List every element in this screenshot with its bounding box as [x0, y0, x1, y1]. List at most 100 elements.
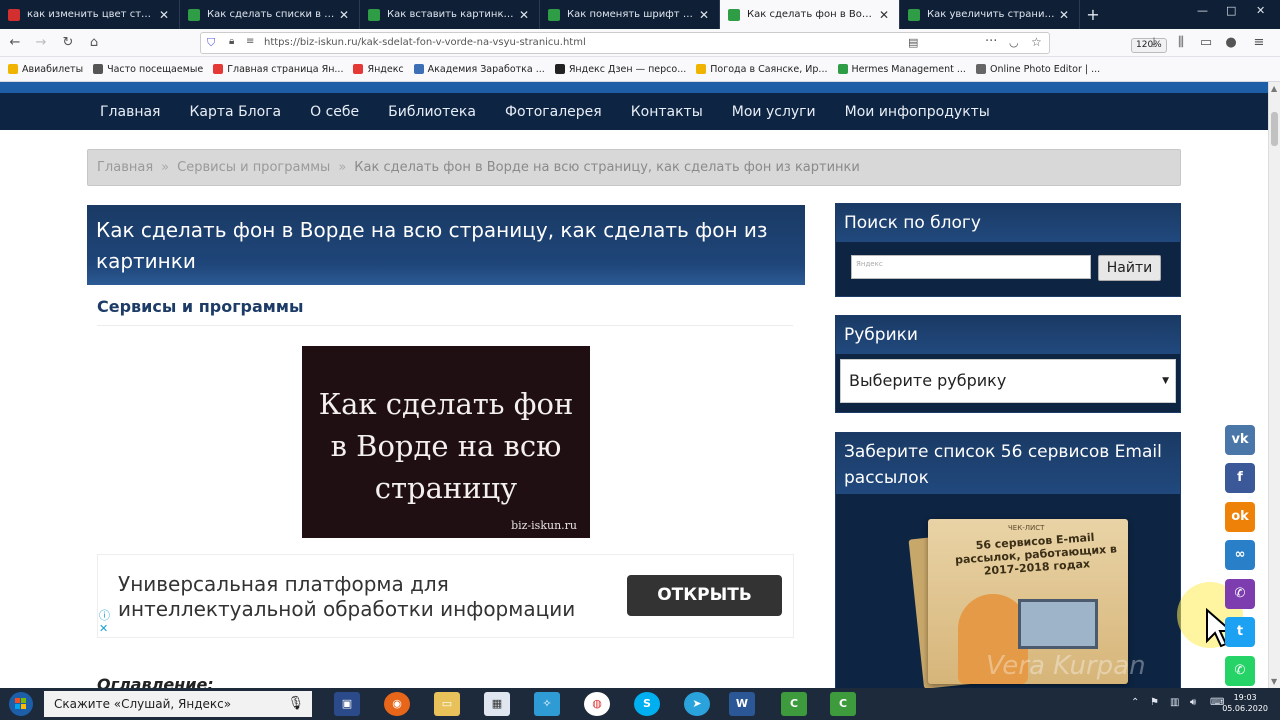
- nav-item[interactable]: Мои инфопродукты: [845, 104, 990, 120]
- bookmark-item[interactable]: Яндекс Дзен — персо...: [554, 64, 686, 75]
- twitter-icon[interactable]: t: [1225, 617, 1255, 647]
- book-label: ЧЕК-ЛИСТ: [1008, 524, 1045, 532]
- flag-icon[interactable]: ⚑: [1150, 697, 1159, 708]
- windows-start-icon[interactable]: [4, 690, 38, 718]
- maximize-icon[interactable]: □: [1226, 4, 1236, 17]
- save-app-icon[interactable]: ▣: [334, 692, 360, 716]
- ad-open-button[interactable]: ОТКРЫТЬ: [627, 575, 782, 616]
- nav-item[interactable]: Мои услуги: [732, 104, 816, 120]
- chrome-icon[interactable]: ◍: [584, 692, 610, 716]
- tab-title: Как увеличить страницу в Вор: [927, 9, 1057, 20]
- article-thumbnail: Как сделать фон в Ворде на всю страницу …: [302, 346, 590, 538]
- forward-icon[interactable]: →: [32, 34, 50, 52]
- info-icon[interactable]: ⓘ: [99, 609, 110, 622]
- browser-tab[interactable]: Как вставить картинку в Ворд✕: [360, 0, 540, 29]
- bookmark-item[interactable]: Главная страница Ян...: [213, 64, 343, 75]
- search-input[interactable]: Яндекс: [851, 255, 1091, 279]
- odnoklassniki-icon[interactable]: ok: [1225, 502, 1255, 532]
- browser-tab[interactable]: Как увеличить страницу в Вор✕: [900, 0, 1080, 29]
- bookmark-favicon-icon: [554, 64, 565, 74]
- page-scrollbar[interactable]: ▲ ▼: [1268, 82, 1280, 688]
- tab-close-icon[interactable]: ✕: [517, 8, 531, 22]
- close-window-icon[interactable]: ✕: [1256, 4, 1265, 17]
- close-icon[interactable]: ✕: [99, 622, 110, 635]
- nav-item[interactable]: Фотогалерея: [505, 104, 602, 120]
- browser-tab[interactable]: Как сделать фон в Ворде на в✕: [720, 0, 900, 29]
- nav-item[interactable]: Карта Блога: [189, 104, 281, 120]
- camtasia-recorder-icon[interactable]: C: [830, 692, 856, 716]
- checklist-book-image[interactable]: ЧЕК-ЛИСТ 56 сервисов E-mail рассылок, ра…: [908, 513, 1146, 688]
- sidebar-icon[interactable]: ▭: [1197, 34, 1215, 52]
- skype-icon[interactable]: S: [634, 692, 660, 716]
- tab-title: Как сделать фон в Ворде на в: [747, 9, 877, 20]
- taskbar-clock[interactable]: 19:03 05.06.2020: [1222, 692, 1268, 714]
- tab-close-icon[interactable]: ✕: [1057, 8, 1071, 22]
- minimize-icon[interactable]: —: [1197, 4, 1208, 17]
- browser-tab[interactable]: Как сделать списки в Ворде (✕: [180, 0, 360, 29]
- nav-item[interactable]: Библиотека: [388, 104, 476, 120]
- category-link[interactable]: Сервисы и программы: [97, 297, 303, 316]
- reload-icon[interactable]: ↻: [59, 34, 77, 52]
- whatsapp-icon[interactable]: ✆: [1225, 656, 1255, 686]
- scrollbar-thumb[interactable]: [1271, 112, 1278, 146]
- breadcrumb-home[interactable]: Главная: [97, 160, 153, 175]
- app-icon[interactable]: ✧: [534, 692, 560, 716]
- bookmark-item[interactable]: Hermes Management ...: [837, 64, 966, 75]
- tab-close-icon[interactable]: ✕: [877, 8, 891, 22]
- bookmark-label: Online Photo Editor | ...: [989, 63, 1101, 75]
- breadcrumb-category[interactable]: Сервисы и программы: [177, 160, 330, 175]
- nav-item[interactable]: Контакты: [631, 104, 703, 120]
- scroll-up-icon[interactable]: ▲: [1271, 84, 1277, 93]
- link-icon[interactable]: ∞: [1225, 540, 1255, 570]
- account-icon[interactable]: ●: [1222, 34, 1240, 52]
- calculator-icon[interactable]: ▦: [484, 692, 510, 716]
- ad-banner[interactable]: Универсальная платформа для интеллектуал…: [97, 554, 794, 638]
- firefox-icon[interactable]: ◉: [384, 692, 410, 716]
- camtasia-icon[interactable]: C: [781, 692, 807, 716]
- vk-icon[interactable]: vk: [1225, 425, 1255, 455]
- bookmark-item[interactable]: Погода в Саянске, Ир...: [696, 64, 828, 75]
- tray-chevron-icon[interactable]: ⌃: [1131, 697, 1139, 708]
- rubrics-select[interactable]: Выберите рубрику ▼: [840, 359, 1176, 403]
- nav-item[interactable]: Главная: [100, 104, 160, 120]
- nav-item[interactable]: О себе: [310, 104, 359, 120]
- word-icon[interactable]: W: [729, 692, 755, 716]
- file-explorer-icon[interactable]: ▭: [434, 692, 460, 716]
- telegram-icon[interactable]: ➤: [684, 692, 710, 716]
- taskbar-search[interactable]: Скажите «Слушай, Яндекс» 🎙︎: [44, 691, 312, 717]
- url-bar[interactable]: ⛉ 🔒︎ ≡ https://biz-iskun.ru/kak-sdelat-f…: [200, 32, 1167, 54]
- bookmark-item[interactable]: Online Photo Editor | ...: [975, 63, 1101, 75]
- network-icon[interactable]: ▥: [1170, 697, 1179, 708]
- browser-tab[interactable]: как изменить цвет страницы ...✕: [0, 0, 180, 29]
- book-text: 56 сервисов E-mail рассылок, работающих …: [954, 530, 1118, 578]
- tab-close-icon[interactable]: ✕: [697, 8, 711, 22]
- bookmark-item[interactable]: Авиабилеты: [8, 64, 83, 75]
- microphone-icon[interactable]: 🎙︎: [287, 691, 304, 717]
- search-button[interactable]: Найти: [1098, 255, 1161, 281]
- pocket-icon[interactable]: ◡: [1009, 36, 1019, 49]
- bookmark-item[interactable]: Яндекс: [353, 64, 404, 75]
- menu-icon[interactable]: ≡: [1250, 34, 1268, 52]
- divider: [97, 325, 793, 326]
- downloads-icon[interactable]: ⤓: [1145, 34, 1163, 52]
- bookmark-item[interactable]: Академия Заработка ...: [413, 64, 545, 75]
- browser-tab[interactable]: Как поменять шрифт в Ворде✕: [540, 0, 720, 29]
- site-main-nav: Главная Карта Блога О себе Библиотека Фотога…: [0, 93, 1268, 130]
- home-icon[interactable]: ⌂: [85, 34, 103, 52]
- scroll-down-icon[interactable]: ▼: [1271, 677, 1277, 686]
- new-tab-button[interactable]: +: [1080, 0, 1106, 29]
- back-icon[interactable]: ←: [6, 34, 24, 52]
- reader-view-icon[interactable]: ▤: [908, 36, 918, 49]
- bookmark-star-icon[interactable]: ☆: [1031, 35, 1042, 49]
- tab-favicon-icon: [8, 8, 20, 21]
- facebook-icon[interactable]: f: [1225, 463, 1255, 493]
- volume-icon[interactable]: 🔊︎: [1190, 697, 1196, 708]
- more-actions-icon[interactable]: ···: [985, 34, 997, 49]
- library-icon[interactable]: ⫼: [1172, 34, 1190, 52]
- ad-info-icon[interactable]: ⓘ ✕: [99, 609, 110, 635]
- bookmark-item[interactable]: Часто посещаемые: [93, 64, 203, 75]
- tab-close-icon[interactable]: ✕: [337, 8, 351, 22]
- tab-close-icon[interactable]: ✕: [157, 8, 171, 22]
- bookmark-favicon-icon: [696, 64, 707, 74]
- viber-icon[interactable]: ✆: [1225, 579, 1255, 609]
